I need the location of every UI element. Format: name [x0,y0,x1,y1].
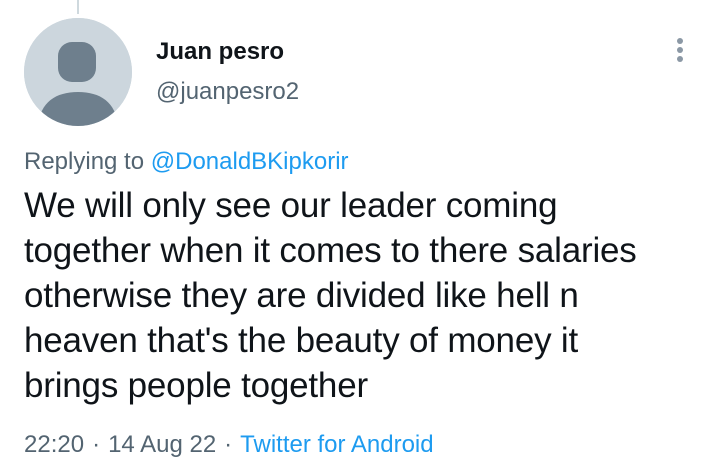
meta-separator: · [224,431,233,458]
tweet-date[interactable]: 14 Aug 22 [108,431,216,458]
replying-to-label: Replying to [24,148,145,175]
tweet-time[interactable]: 22:20 [24,431,84,458]
author-handle[interactable]: @juanpesro2 [156,76,299,108]
author-display-name[interactable]: Juan pesro [156,36,284,68]
replying-to-mention-link[interactable]: @DonaldBKipkorir [151,148,349,175]
replying-to-line: Replying to @DonaldBKipkorir [24,145,349,179]
more-options-button[interactable] [668,34,692,66]
tweet-text: We will only see our leader coming toget… [24,186,637,405]
meta-separator: · [92,431,101,458]
default-avatar-icon [24,18,132,126]
more-vertical-icon [677,38,683,62]
tweet-source-link[interactable]: Twitter for Android [240,431,433,458]
tweet-metadata: 22:20 · 14 Aug 22 · Twitter for Android [24,428,434,462]
thread-connector-line [77,0,79,14]
avatar[interactable] [24,18,132,126]
